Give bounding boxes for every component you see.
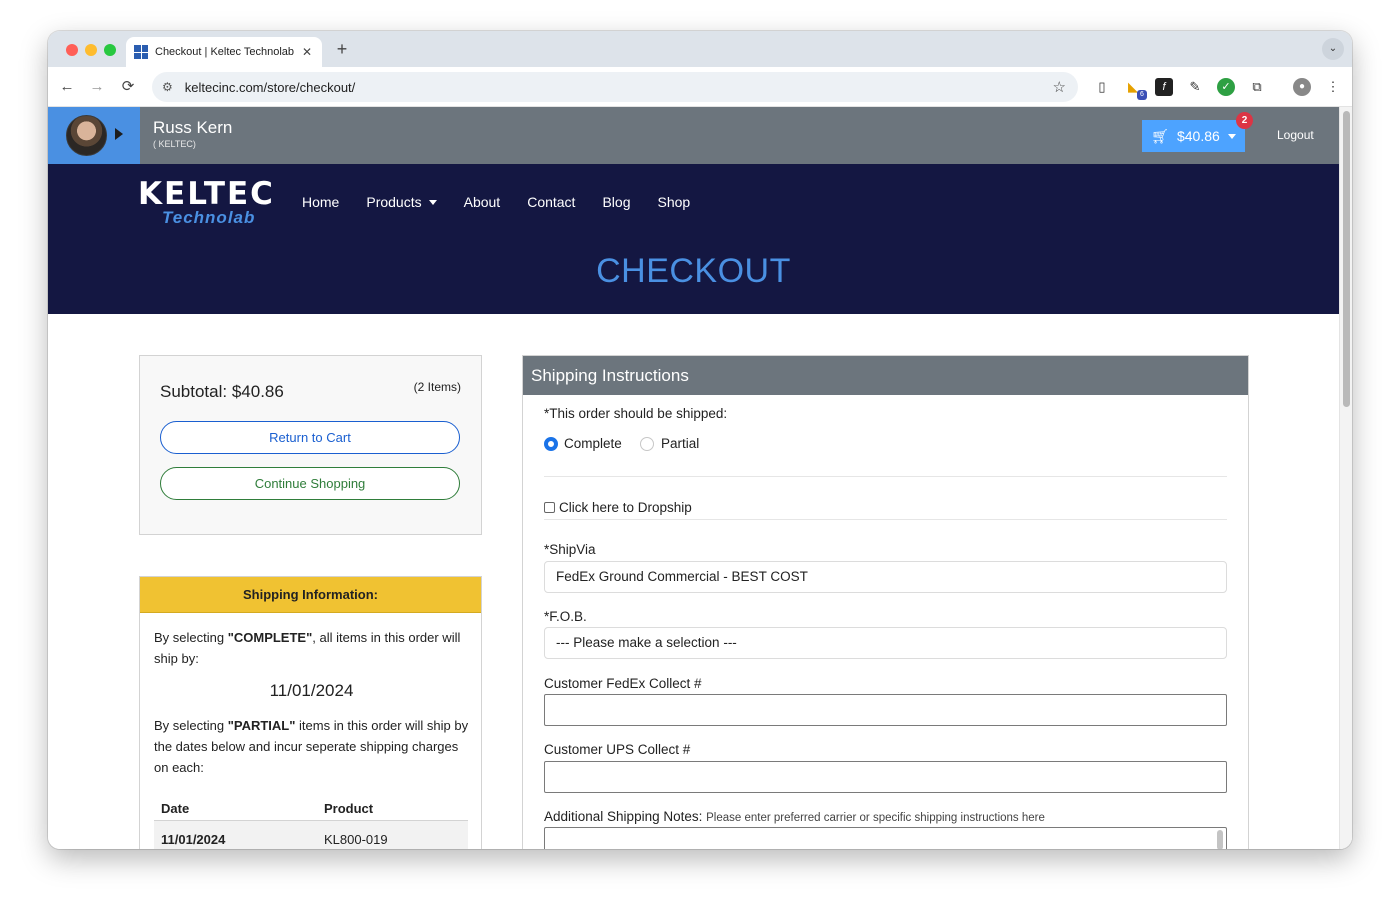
divider [544, 476, 1227, 477]
subtotal: Subtotal: $40.86 [160, 382, 284, 401]
user-avatar [66, 115, 107, 156]
dropship-label[interactable]: Click here to Dropship [559, 500, 692, 515]
row-date: 11/01/2024 [161, 831, 226, 847]
minimize-window-button[interactable] [85, 44, 97, 56]
site-info-icon[interactable]: ⚙ [162, 80, 173, 94]
cart-count-badge: 2 [1236, 112, 1253, 129]
page-title: CHECKOUT [596, 252, 791, 290]
reload-button[interactable]: ⟳ [118, 77, 138, 97]
complete-note: By selecting "COMPLETE", all items in th… [154, 630, 461, 666]
close-window-button[interactable] [66, 44, 78, 56]
ups-collect-label: Customer UPS Collect # [544, 742, 691, 757]
user-name: Russ Kern [153, 118, 233, 137]
font-extension-icon[interactable]: f [1155, 78, 1173, 96]
radio-partial[interactable] [640, 437, 654, 451]
complete-ship-date: 11/01/2024 [269, 681, 354, 700]
fedex-collect-input[interactable] [544, 694, 1227, 726]
check-extension-icon[interactable]: ✓ [1217, 78, 1235, 96]
return-to-cart-button[interactable]: Return to Cart [160, 421, 460, 454]
notes-hint: Please enter preferred carrier or specif… [706, 812, 1045, 824]
nav-products[interactable]: Products [366, 194, 437, 210]
column-date: Date [161, 801, 190, 816]
logout-link[interactable]: Logout [1277, 128, 1314, 142]
nav-about[interactable]: About [464, 194, 501, 210]
fob-label: *F.O.B. [544, 609, 587, 624]
order-summary-card: Subtotal: $40.86 (2 Items) Return to Car… [139, 355, 482, 535]
shipping-instructions-panel: Shipping Instructions *This order should… [522, 355, 1249, 849]
radio-complete[interactable] [544, 437, 558, 451]
chevron-down-icon [1227, 133, 1236, 139]
fedex-collect-label: Customer FedEx Collect # [544, 676, 702, 691]
partial-note: By selecting "PARTIAL" items in this ord… [154, 718, 469, 775]
notes-label: Additional Shipping Notes: [544, 809, 703, 824]
tab-search-icon[interactable]: ⌄ [1322, 38, 1344, 60]
nav-shop[interactable]: Shop [657, 194, 690, 210]
cart-total: $40.86 [1176, 128, 1220, 144]
divider [544, 519, 1227, 520]
browser-tab[interactable]: Checkout | Keltec Technolab ✕ [126, 37, 322, 67]
notes-label-row: Additional Shipping Notes: Please enter … [544, 809, 1045, 824]
ups-collect-input[interactable] [544, 761, 1227, 793]
ship-question-label: *This order should be shipped: [544, 406, 728, 421]
shipping-instructions-header: Shipping Instructions [523, 356, 1248, 395]
tab-title: Checkout | Keltec Technolab [155, 46, 295, 58]
main-nav: Home Products About Contact Blog Shop [302, 194, 690, 210]
ship-dates-table: Date Product 11/01/2024 KL800-019 [154, 797, 468, 849]
continue-shopping-button[interactable]: Continue Shopping [160, 467, 460, 500]
user-company: ( KELTEC) [153, 139, 196, 149]
extension-badge: 6 [1137, 90, 1147, 100]
device-icon[interactable]: ▯ [1093, 78, 1111, 96]
dropship-checkbox[interactable] [544, 502, 555, 513]
address-bar[interactable]: ⚙ keltecinc.com/store/checkout/ ☆ [152, 72, 1078, 102]
radio-partial-label[interactable]: Partial [661, 436, 699, 451]
forward-button[interactable]: → [87, 77, 107, 97]
url-text[interactable]: keltecinc.com/store/checkout/ [185, 80, 1053, 95]
nav-home[interactable]: Home [302, 194, 339, 210]
shipping-notes-textarea[interactable] [544, 827, 1227, 849]
bookmark-star-icon[interactable]: ☆ [1053, 78, 1066, 96]
shipping-information-card: Shipping Information: By selecting "COMP… [139, 576, 482, 849]
rss-extension-icon[interactable]: ◣ 6 [1124, 78, 1147, 100]
shipping-information-header: Shipping Information: [140, 577, 481, 613]
chevron-down-icon [428, 199, 437, 205]
shipvia-label: *ShipVia [544, 542, 596, 557]
nav-blog[interactable]: Blog [602, 194, 630, 210]
cart-button[interactable]: 🛒︎ $40.86 [1142, 120, 1245, 152]
back-button[interactable]: ← [57, 77, 77, 97]
eyedropper-icon[interactable]: ✎ [1186, 78, 1204, 96]
new-tab-button[interactable]: + [334, 39, 350, 60]
extensions-puzzle-icon[interactable]: ⧉ [1248, 78, 1266, 96]
keltec-favicon-icon [134, 45, 148, 59]
profile-avatar-icon[interactable]: ● [1293, 78, 1311, 96]
page-viewport: Russ Kern ( KELTEC) 🛒︎ $40.86 2 Logout K… [48, 107, 1352, 849]
site-header: KELTEC Technolab Home Products About Con… [48, 164, 1339, 314]
textarea-scroll-handle[interactable] [1217, 830, 1223, 849]
column-product: Product [324, 801, 374, 816]
scrollbar-thumb[interactable] [1343, 111, 1350, 407]
logo-keltec[interactable]: KELTEC [138, 176, 275, 212]
nav-contact[interactable]: Contact [527, 194, 575, 210]
table-header: Date Product [154, 797, 468, 821]
user-bar: Russ Kern ( KELTEC) 🛒︎ $40.86 2 Logout [48, 107, 1339, 164]
caret-right-icon [115, 128, 123, 140]
maximize-window-button[interactable] [104, 44, 116, 56]
browser-toolbar: ← → ⟳ ⚙ keltecinc.com/store/checkout/ ☆ … [48, 67, 1352, 107]
row-product: KL800-019 [324, 831, 388, 847]
avatar-toggle[interactable] [48, 107, 140, 164]
logo-technolab[interactable]: Technolab [162, 208, 255, 228]
table-row: 11/01/2024 KL800-019 [154, 821, 468, 849]
page-scrollbar[interactable] [1339, 107, 1352, 849]
browser-menu-icon[interactable]: ⋮ [1324, 78, 1342, 96]
cart-icon: 🛒︎ [1151, 127, 1169, 144]
tab-strip: Checkout | Keltec Technolab ✕ + ⌄ [48, 31, 1352, 67]
items-count: (2 Items) [413, 380, 461, 394]
close-tab-icon[interactable]: ✕ [300, 45, 314, 59]
fob-select[interactable]: --- Please make a selection --- [544, 627, 1227, 659]
radio-complete-label[interactable]: Complete [564, 436, 622, 451]
browser-window: Checkout | Keltec Technolab ✕ + ⌄ ← → ⟳ … [48, 31, 1352, 849]
shipvia-select[interactable]: FedEx Ground Commercial - BEST COST [544, 561, 1227, 593]
